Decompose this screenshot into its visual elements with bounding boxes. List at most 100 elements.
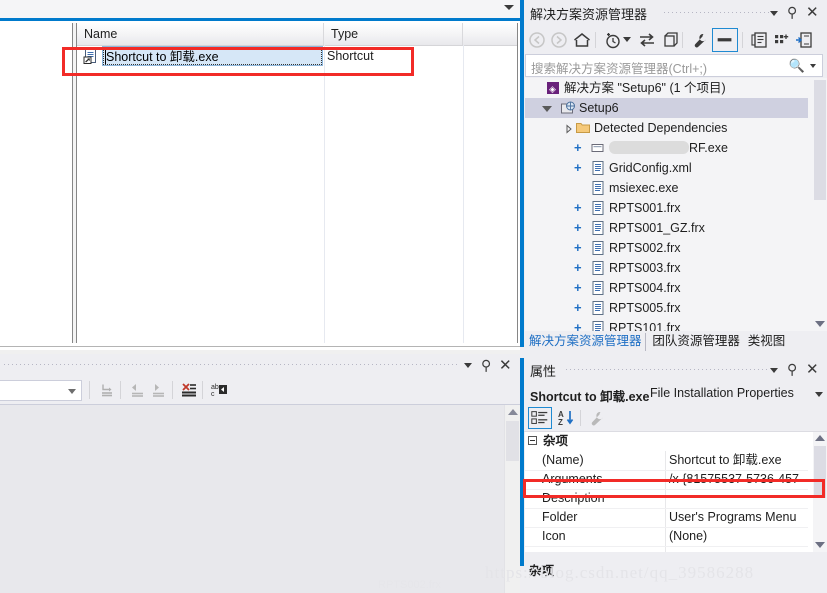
scroll-up-icon[interactable] [815,435,825,441]
toolbar-separator [172,381,173,399]
chevron-down-icon[interactable] [504,5,514,10]
categorized-view-button[interactable] [528,407,552,429]
table-row[interactable]: Shortcut to 卸载.exe Shortcut [77,45,517,67]
property-value[interactable] [669,489,807,508]
solution-explorer-tabs: 解决方案资源管理器 团队资源管理器 类视图 [524,333,827,351]
column-header-type[interactable]: Type [324,23,463,45]
scrollbar-thumb[interactable] [814,80,826,200]
tab-1[interactable]: 团队资源管理器 [649,333,743,351]
forward-button[interactable] [549,30,571,50]
property-row[interactable]: Description [525,489,808,509]
se-close-button[interactable]: ✕ [805,3,821,21]
tree-item-label: RPTS003.frx [609,261,681,275]
alphabetical-sort-button[interactable]: A Z [556,408,578,428]
properties-close-button[interactable]: ✕ [805,360,821,378]
go-to-line-button[interactable] [97,381,117,399]
collapse-all-button[interactable] [712,28,738,52]
tree-item[interactable]: ◈ 解决方案 "Setup6" (1 个项目) [525,78,808,98]
solution-tree[interactable]: ◈ 解决方案 "Setup6" (1 个项目) Setup6 Detected Dep… [525,78,823,331]
tree-item[interactable]: msiexec.exe [525,178,808,198]
file-name-cell[interactable]: Shortcut to 卸载.exe [80,46,323,66]
scrollbar-thumb[interactable] [506,421,519,461]
property-row[interactable]: Folder User's Programs Menu [525,508,808,528]
clear-all-button[interactable] [179,381,199,399]
property-pages-button[interactable] [586,408,608,428]
tree-item[interactable]: + RPTS004.frx [525,278,808,298]
sync-with-active-document-button[interactable] [636,30,658,50]
property-row[interactable]: Icon (None) [525,527,808,547]
properties-menu-button[interactable] [766,362,782,378]
scroll-down-icon[interactable] [815,542,825,548]
scroll-up-icon[interactable] [508,409,518,415]
refresh-button[interactable] [658,30,680,50]
pin-button[interactable]: ⚲ [479,357,495,373]
scroll-down-icon[interactable] [815,321,825,327]
column-header-extra[interactable] [463,23,517,45]
home-icon [574,33,590,47]
file-list-view[interactable]: Name Type Shortcut to 卸载.exe Shortcut [77,23,518,343]
property-category[interactable]: 杂项 [525,432,808,451]
property-value[interactable]: /x {81575537-5736-457 [669,470,807,489]
column-header-name[interactable]: Name [77,23,324,45]
output-list-area[interactable] [0,404,520,593]
tab-2[interactable]: 类视图 [745,333,789,351]
close-icon: ✕ [806,360,819,378]
se-pin-button[interactable]: ⚲ [785,4,801,20]
chevron-down-icon[interactable] [810,64,816,68]
grid-divider [324,45,325,343]
property-row[interactable]: Arguments/x {81575537-5736-457 [525,470,808,490]
show-all-files-button[interactable] [689,30,711,50]
tree-item[interactable]: + RPTS003.frx [525,258,808,278]
tree-item-label: RPTS004.frx [609,281,681,295]
output-vertical-scrollbar[interactable] [504,405,520,593]
properties-grid[interactable]: 杂项 (Name) Shortcut to 卸载.exe Arguments/x {8… [525,432,823,552]
properties-object-selector[interactable]: Shortcut to 卸载.exe File Installation Pro… [524,383,827,405]
property-value[interactable]: (None) [669,527,807,546]
tree-item-label: Detected Dependencies [594,121,728,135]
tree-item[interactable]: + GridConfig.xml [525,158,808,178]
tree-item[interactable]: + RPTS005.frx [525,298,808,318]
home-button[interactable] [571,30,593,50]
pending-changes-dropdown-button[interactable] [622,30,632,50]
tree-item[interactable]: + RPTS001_GZ.frx [525,218,808,238]
previous-message-button[interactable] [127,381,147,399]
properties-button[interactable] [749,30,771,50]
tree-item[interactable]: Setup6 [525,98,808,118]
preview-selected-items-button[interactable] [771,30,793,50]
expander-closed-icon[interactable] [559,124,572,134]
property-value[interactable]: User's Programs Menu [669,508,807,527]
panel-menu-button[interactable] [460,357,476,373]
property-value[interactable]: Shortcut to 卸载.exe [669,451,807,470]
properties-pin-button[interactable]: ⚲ [785,361,801,377]
scrollbar-thumb[interactable] [814,446,826,498]
titlebar-rail [566,369,769,370]
word-wrap-button[interactable]: ab c [209,381,229,399]
tree-item[interactable]: + RF.exe [525,138,808,158]
next-message-button[interactable] [149,381,169,399]
file-icon [592,281,604,295]
back-button[interactable] [527,30,549,50]
se-menu-button[interactable] [766,5,782,21]
tree-item-label: RPTS001.frx [609,201,681,215]
search-icon[interactable]: 🔍 [789,58,805,74]
tree-item[interactable]: + RPTS101.frx [525,318,808,331]
file-icon [592,181,604,195]
collapse-category-icon[interactable] [528,436,537,445]
properties-object-type: File Installation Properties [650,386,794,400]
close-button[interactable]: ✕ [498,356,514,374]
file-name-edit-box[interactable]: Shortcut to 卸载.exe [102,46,323,66]
pending-changes-button[interactable] [602,30,624,50]
file-system-tree-pane[interactable] [0,23,73,343]
solution-tree-scrollbar[interactable] [813,78,827,331]
tree-item[interactable]: + RPTS002.frx [525,238,808,258]
chevron-down-icon[interactable] [815,392,823,397]
expander-open-icon[interactable] [542,106,552,112]
tree-item[interactable]: Detected Dependencies [525,118,808,138]
output-source-combo[interactable] [0,380,82,401]
search-input[interactable]: 搜索解决方案资源管理器(Ctrl+;) 🔍 [525,54,823,77]
tree-item[interactable]: + RPTS001.frx [525,198,808,218]
tab-0[interactable]: 解决方案资源管理器 [526,333,646,351]
view-code-button[interactable] [793,30,815,50]
properties-scrollbar[interactable] [813,432,827,552]
property-row[interactable]: (Name) Shortcut to 卸载.exe [525,451,808,471]
